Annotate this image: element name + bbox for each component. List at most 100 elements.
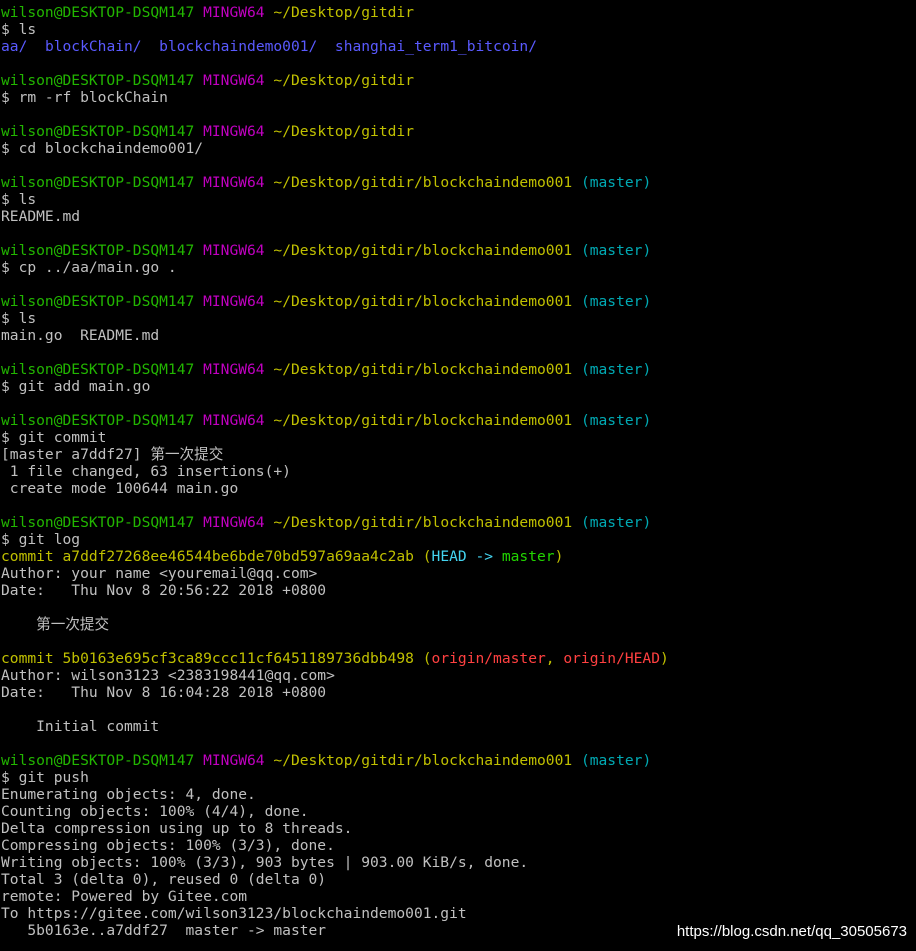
terminal-output[interactable]: wilson@DESKTOP-DSQM147 MINGW64 ~/Desktop… bbox=[1, 4, 913, 939]
prompt-user: wilson@DESKTOP-DSQM147 bbox=[1, 514, 195, 531]
output-line: Enumerating objects: 4, done. bbox=[1, 786, 913, 803]
prompt-system: MINGW64 bbox=[203, 412, 265, 429]
output-text: Counting objects: 100% (4/4), done. bbox=[1, 803, 309, 820]
prompt-system: MINGW64 bbox=[203, 293, 265, 310]
prompt-system: MINGW64 bbox=[203, 4, 265, 21]
output-line: commit 5b0163e695cf3ca89ccc11cf645118973… bbox=[1, 650, 913, 667]
output-text: 第一次提交 bbox=[1, 616, 110, 633]
output-line: To https://gitee.com/wilson3123/blockcha… bbox=[1, 905, 913, 922]
prompt-path: ~/Desktop/gitdir/blockchaindemo001 bbox=[273, 752, 573, 769]
output-text: main.go README.md bbox=[1, 327, 160, 344]
prompt-user: wilson@DESKTOP-DSQM147 bbox=[1, 4, 195, 21]
output-text: Date: Thu Nov 8 16:04:28 2018 +0800 bbox=[1, 684, 327, 701]
prompt-path: ~/Desktop/gitdir bbox=[273, 123, 414, 140]
output-line: $ ls bbox=[1, 21, 913, 38]
output-text: Compressing objects: 100% (3/3), done. bbox=[1, 837, 335, 854]
output-line: Delta compression using up to 8 threads. bbox=[1, 820, 913, 837]
output-line: main.go README.md bbox=[1, 327, 913, 344]
output-text: commit a7ddf27268ee46544be6bde70bd597a69… bbox=[1, 548, 423, 565]
output-line: $ git add main.go bbox=[1, 378, 913, 395]
prompt-path: ~/Desktop/gitdir bbox=[273, 72, 414, 89]
output-text: $ rm -rf blockChain bbox=[1, 89, 168, 106]
prompt-line: wilson@DESKTOP-DSQM147 MINGW64 ~/Desktop… bbox=[1, 752, 913, 769]
output-text: $ ls bbox=[1, 310, 37, 327]
output-text: shanghai_term1_bitcoin/ bbox=[334, 38, 537, 55]
prompt-user: wilson@DESKTOP-DSQM147 bbox=[1, 412, 195, 429]
output-line: commit a7ddf27268ee46544be6bde70bd597a69… bbox=[1, 548, 913, 565]
output-text: $ git add main.go bbox=[1, 378, 151, 395]
prompt-path: ~/Desktop/gitdir/blockchaindemo001 bbox=[273, 174, 573, 191]
output-line: $ git log bbox=[1, 531, 913, 548]
prompt-line: wilson@DESKTOP-DSQM147 MINGW64 ~/Desktop… bbox=[1, 293, 913, 310]
output-line: Initial commit bbox=[1, 718, 913, 735]
prompt-system: MINGW64 bbox=[203, 514, 265, 531]
output-line: Author: your name <youremail@qq.com> bbox=[1, 565, 913, 582]
prompt-line: wilson@DESKTOP-DSQM147 MINGW64 ~/Desktop… bbox=[1, 242, 913, 259]
output-line: Date: Thu Nov 8 20:56:22 2018 +0800 bbox=[1, 582, 913, 599]
prompt-line: wilson@DESKTOP-DSQM147 MINGW64 ~/Desktop… bbox=[1, 361, 913, 378]
output-line: create mode 100644 main.go bbox=[1, 480, 913, 497]
prompt-line: wilson@DESKTOP-DSQM147 MINGW64 ~/Desktop… bbox=[1, 72, 913, 89]
output-line: README.md bbox=[1, 208, 913, 225]
output-text: $ cp ../aa/main.go . bbox=[1, 259, 177, 276]
git-branch-indicator: (master) bbox=[580, 514, 652, 531]
output-text: origin/HEAD bbox=[563, 650, 661, 667]
output-text: HEAD -> bbox=[431, 548, 502, 565]
output-text: origin/master bbox=[431, 650, 546, 667]
output-line: Date: Thu Nov 8 16:04:28 2018 +0800 bbox=[1, 684, 913, 701]
output-line: Counting objects: 100% (4/4), done. bbox=[1, 803, 913, 820]
output-text: commit 5b0163e695cf3ca89ccc11cf645118973… bbox=[1, 650, 423, 667]
output-text: $ cd blockchaindemo001/ bbox=[1, 140, 204, 157]
prompt-system: MINGW64 bbox=[203, 242, 265, 259]
git-branch-indicator: (master) bbox=[580, 752, 652, 769]
output-line: [master a7ddf27] 第一次提交 bbox=[1, 446, 913, 463]
prompt-path: ~/Desktop/gitdir/blockchaindemo001 bbox=[273, 412, 573, 429]
output-line: Total 3 (delta 0), reused 0 (delta 0) bbox=[1, 871, 913, 888]
output-line: $ cp ../aa/main.go . bbox=[1, 259, 913, 276]
prompt-line: wilson@DESKTOP-DSQM147 MINGW64 ~/Desktop… bbox=[1, 174, 913, 191]
output-text: blockchaindemo001/ bbox=[159, 38, 318, 55]
output-text: 1 file changed, 63 insertions(+) bbox=[1, 463, 291, 480]
output-line: $ git push bbox=[1, 769, 913, 786]
output-line: 第一次提交 bbox=[1, 616, 913, 633]
output-text: Delta compression using up to 8 threads. bbox=[1, 820, 353, 837]
git-branch-indicator: (master) bbox=[580, 242, 652, 259]
output-text: $ ls bbox=[1, 191, 37, 208]
watermark-text: https://blog.csdn.net/qq_30505673 bbox=[676, 923, 907, 940]
output-text: Writing objects: 100% (3/3), 903 bytes |… bbox=[1, 854, 529, 871]
output-text: ( bbox=[422, 650, 432, 667]
output-text: Total 3 (delta 0), reused 0 (delta 0) bbox=[1, 871, 327, 888]
output-text: $ ls bbox=[1, 21, 37, 38]
output-text: 5b0163e..a7ddf27 master -> master bbox=[1, 922, 327, 939]
output-text: ( bbox=[422, 548, 432, 565]
output-line: $ ls bbox=[1, 310, 913, 327]
output-text: Initial commit bbox=[1, 718, 160, 735]
prompt-system: MINGW64 bbox=[203, 174, 265, 191]
output-line: Compressing objects: 100% (3/3), done. bbox=[1, 837, 913, 854]
prompt-line: wilson@DESKTOP-DSQM147 MINGW64 ~/Desktop… bbox=[1, 514, 913, 531]
prompt-path: ~/Desktop/gitdir bbox=[273, 4, 414, 21]
prompt-user: wilson@DESKTOP-DSQM147 bbox=[1, 174, 195, 191]
output-text: Enumerating objects: 4, done. bbox=[1, 786, 256, 803]
git-branch-indicator: (master) bbox=[580, 361, 652, 378]
output-line: $ rm -rf blockChain bbox=[1, 89, 913, 106]
output-text: [master a7ddf27] 第一次提交 bbox=[1, 446, 224, 463]
output-text: README.md bbox=[1, 208, 81, 225]
output-text: master bbox=[501, 548, 555, 565]
output-line: $ cd blockchaindemo001/ bbox=[1, 140, 913, 157]
git-branch-indicator: (master) bbox=[580, 293, 652, 310]
output-text: ) bbox=[660, 650, 669, 667]
output-line: 1 file changed, 63 insertions(+) bbox=[1, 463, 913, 480]
output-text: Author: your name <youremail@qq.com> bbox=[1, 565, 318, 582]
